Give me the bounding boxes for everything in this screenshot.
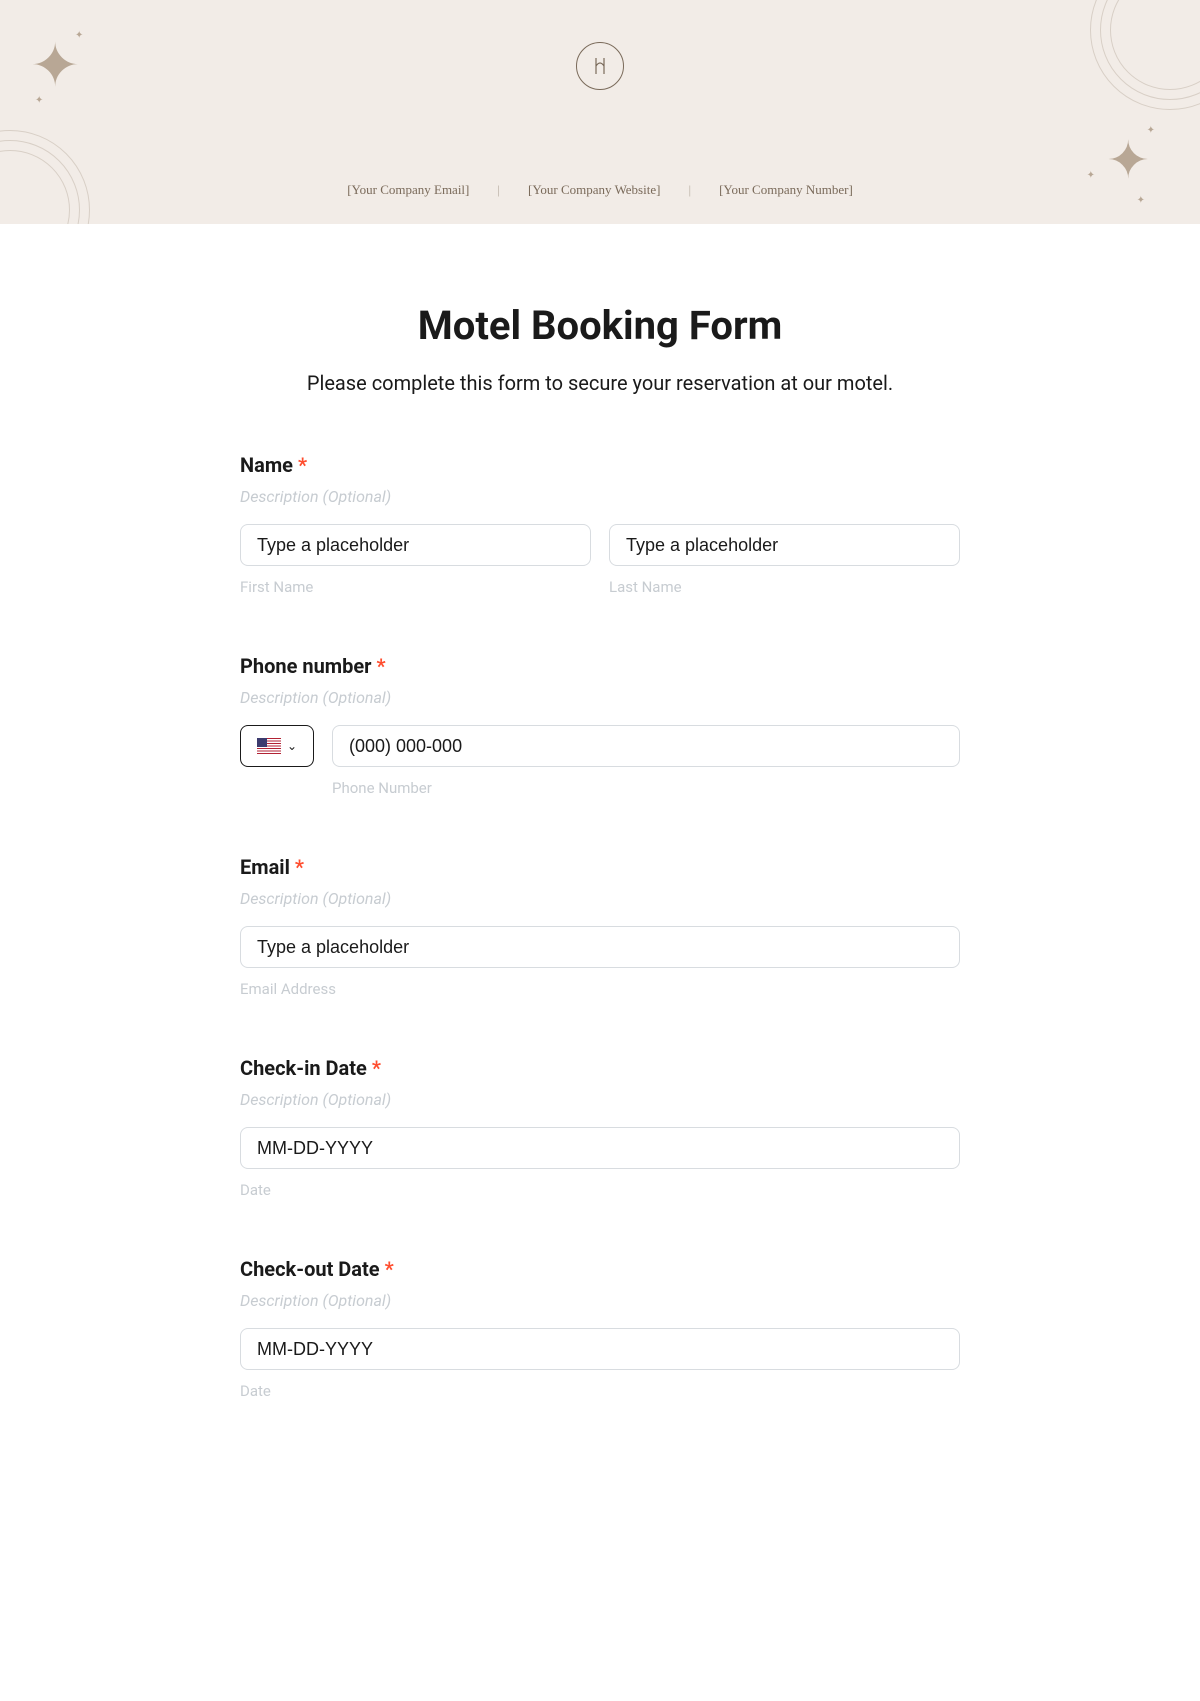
sparkle-icon: ✦ [30,30,80,101]
checkin-sublabel: Date [240,1181,960,1199]
sparkle-icon: ✦ [1087,170,1095,181]
field-description: Description (Optional) [240,1291,960,1310]
page-subtitle: Please complete this form to secure your… [240,371,960,395]
company-logo [576,42,624,90]
sparkle-icon: ✦ [1106,130,1150,191]
page-title: Motel Booking Form [240,302,960,349]
required-mark: * [376,654,385,678]
decorative-arcs-left [0,120,100,224]
last-name-sublabel: Last Name [609,578,960,596]
phone-label: Phone number * [240,654,960,678]
phone-input[interactable] [332,725,960,767]
company-info-row: [Your Company Email] | [Your Company Web… [0,182,1200,198]
email-sublabel: Email Address [240,980,960,998]
sparkle-icon: ✦ [1137,195,1145,206]
sparkle-icon: ✦ [1147,125,1155,136]
field-description: Description (Optional) [240,688,960,707]
company-number: [Your Company Number] [719,182,853,198]
email-field: Email * Description (Optional) Email Add… [240,855,960,998]
email-label: Email * [240,855,960,879]
checkout-label: Check-out Date * [240,1257,960,1281]
sparkle-icon: ✦ [75,30,83,41]
email-input[interactable] [240,926,960,968]
required-mark: * [295,855,304,879]
field-description: Description (Optional) [240,889,960,908]
form-container: Motel Booking Form Please complete this … [190,224,1010,1440]
name-field: Name * Description (Optional) First Name… [240,453,960,596]
checkout-field: Check-out Date * Description (Optional) … [240,1257,960,1400]
sparkle-icon: ✦ [35,95,43,106]
checkin-label: Check-in Date * [240,1056,960,1080]
separator: | [688,182,691,198]
checkin-date-input[interactable] [240,1127,960,1169]
company-website: [Your Company Website] [528,182,660,198]
field-description: Description (Optional) [240,1090,960,1109]
checkout-sublabel: Date [240,1382,960,1400]
last-name-input[interactable] [609,524,960,566]
phone-sublabel: Phone Number [332,779,960,797]
required-mark: * [385,1257,394,1281]
required-mark: * [372,1056,381,1080]
phone-field: Phone number * Description (Optional) ⌄ … [240,654,960,797]
chevron-down-icon: ⌄ [287,739,297,753]
separator: | [497,182,500,198]
checkout-date-input[interactable] [240,1328,960,1370]
checkin-field: Check-in Date * Description (Optional) D… [240,1056,960,1199]
us-flag-icon [257,738,281,754]
decorative-arcs-right [1080,0,1200,120]
required-mark: * [298,453,307,477]
name-label: Name * [240,453,960,477]
company-email: [Your Company Email] [347,182,469,198]
first-name-input[interactable] [240,524,591,566]
country-code-select[interactable]: ⌄ [240,725,314,767]
first-name-sublabel: First Name [240,578,591,596]
field-description: Description (Optional) [240,487,960,506]
header-banner: ✦ ✦ ✦ ✦ ✦ ✦ ✦ [Your Company Email] | [Yo… [0,0,1200,224]
